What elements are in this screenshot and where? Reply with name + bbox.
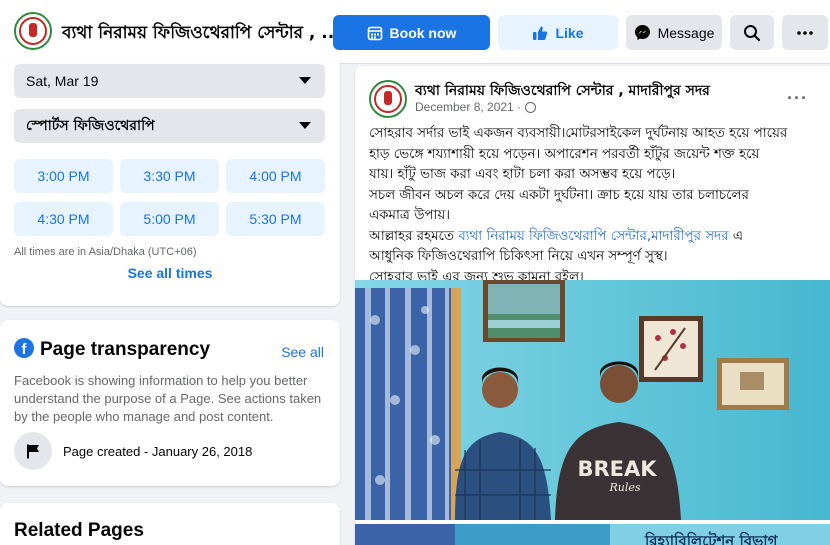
date-value: Sat, Mar 19 [26,73,99,89]
message-label: Message [657,24,715,41]
post-author-avatar[interactable] [369,80,407,118]
like-button[interactable]: Like [498,15,618,50]
post-text: সোহরাব সর্দার ভাই একজন ব্যবসায়ী।মোটরসাই… [369,124,821,288]
see-all-times-link[interactable]: See all times [0,265,340,281]
related-pages-title: Related Pages [14,520,144,541]
shirt-text: BREAK [577,457,657,481]
search-icon [744,24,761,41]
post-line: আল্লাহর রহমতে ব্যথা নিরাময় ফিজিওথেরাপি … [369,227,821,248]
related-pages-card: Related Pages [0,503,340,545]
thumbs-up-icon [533,26,548,40]
page-title[interactable]: ব্যথা নিরাময় ফিজিওথেরাপি সেন্টার , ... [62,20,341,48]
time-slot[interactable]: 5:00 PM [120,202,219,236]
globe-icon [525,101,537,113]
post-more-button[interactable]: ··· [787,88,808,109]
facebook-icon: f [14,338,34,358]
service-select[interactable]: স্পোর্টস ফিজিওথেরাপি [14,109,325,143]
search-button[interactable] [730,15,774,50]
caret-down-icon [299,77,311,84]
calendar-icon [367,26,382,40]
message-button[interactable]: Message [626,15,722,50]
post-photo[interactable]: BREAK Rules [355,280,830,520]
banner-text: রিহ্যাবিলিটেশন বিভাগ [645,532,778,545]
time-slot[interactable]: 4:00 PM [226,159,325,193]
post-card: ব্যথা নিরাময় ফিজিওথেরাপি সেন্টার , মাদা… [355,66,830,545]
page-mention-link[interactable]: ব্যথা নিরাময় ফিজিওথেরাপি সেন্টার,মাদারী… [458,229,728,244]
more-options-button[interactable] [782,15,828,50]
book-now-button[interactable]: Book now [333,15,490,50]
post-line-text: আল্লাহর রহমতে [369,228,459,244]
flag-icon [27,444,39,459]
post-line: আধুনিক ফিজিওথেরাপি চিকিৎসা নিয়ে এখন সম্… [369,249,668,264]
booking-card: Sat, Mar 19 স্পোর্টস ফিজিওথেরাপি 3:00 PM… [0,58,340,306]
shirt-subtext: Rules [608,481,640,494]
timezone-note: All times are in Asia/Dhaka (UTC+06) [14,246,197,258]
page-header: ব্যথা নিরাময় ফিজিওথেরাপি সেন্টার , ... … [0,0,830,64]
time-slot[interactable]: 5:30 PM [226,202,325,236]
post-line-text: এ [728,228,743,244]
transparency-title: Page transparency [40,339,211,360]
post-line: হাড় ভেঙ্গে শয্যাশায়ী হয়ে পড়েন। অপারে… [369,146,760,162]
post-date: December 8, 2021 · [415,100,537,114]
post-line: সচল জীবন অচল করে দেয় একটা দুর্ঘটনা। ক্র… [369,187,749,203]
post-line: একমাত্র উপায়। [369,208,451,223]
time-slot[interactable]: 4:30 PM [14,202,113,236]
post-line: সোহরাব সর্দার ভাই একজন ব্যবসায়ী।মোটরসাই… [369,126,788,141]
service-value: স্পোর্টস ফিজিওথেরাপি [26,118,155,134]
page-logo[interactable] [14,12,52,50]
messenger-icon [634,25,650,40]
date-select[interactable]: Sat, Mar 19 [14,64,325,98]
time-slot[interactable]: 3:00 PM [14,159,113,193]
photo-illustration: BREAK Rules [355,280,830,520]
more-icon [797,30,813,35]
flag-icon-wrap [14,432,52,470]
second-post-photo[interactable]: রিহ্যাবিলিটেশন বিভাগ [355,524,830,545]
post-date-text[interactable]: December 8, 2021 · [415,100,521,114]
page-created-date: Page created - January 26, 2018 [63,444,253,459]
time-slot[interactable]: 3:30 PM [120,159,219,193]
transparency-see-all-link[interactable]: See all [281,344,324,360]
like-label: Like [555,24,584,41]
transparency-description: Facebook is showing information to help … [14,373,322,424]
book-now-label: Book now [389,24,457,41]
page-transparency-card: f Page transparency See all Facebook is … [0,320,340,486]
caret-down-icon [299,122,311,129]
post-line: যায়। হাঁটু ভাজ করা এবং হাটা চলা করা অসম… [369,167,676,182]
